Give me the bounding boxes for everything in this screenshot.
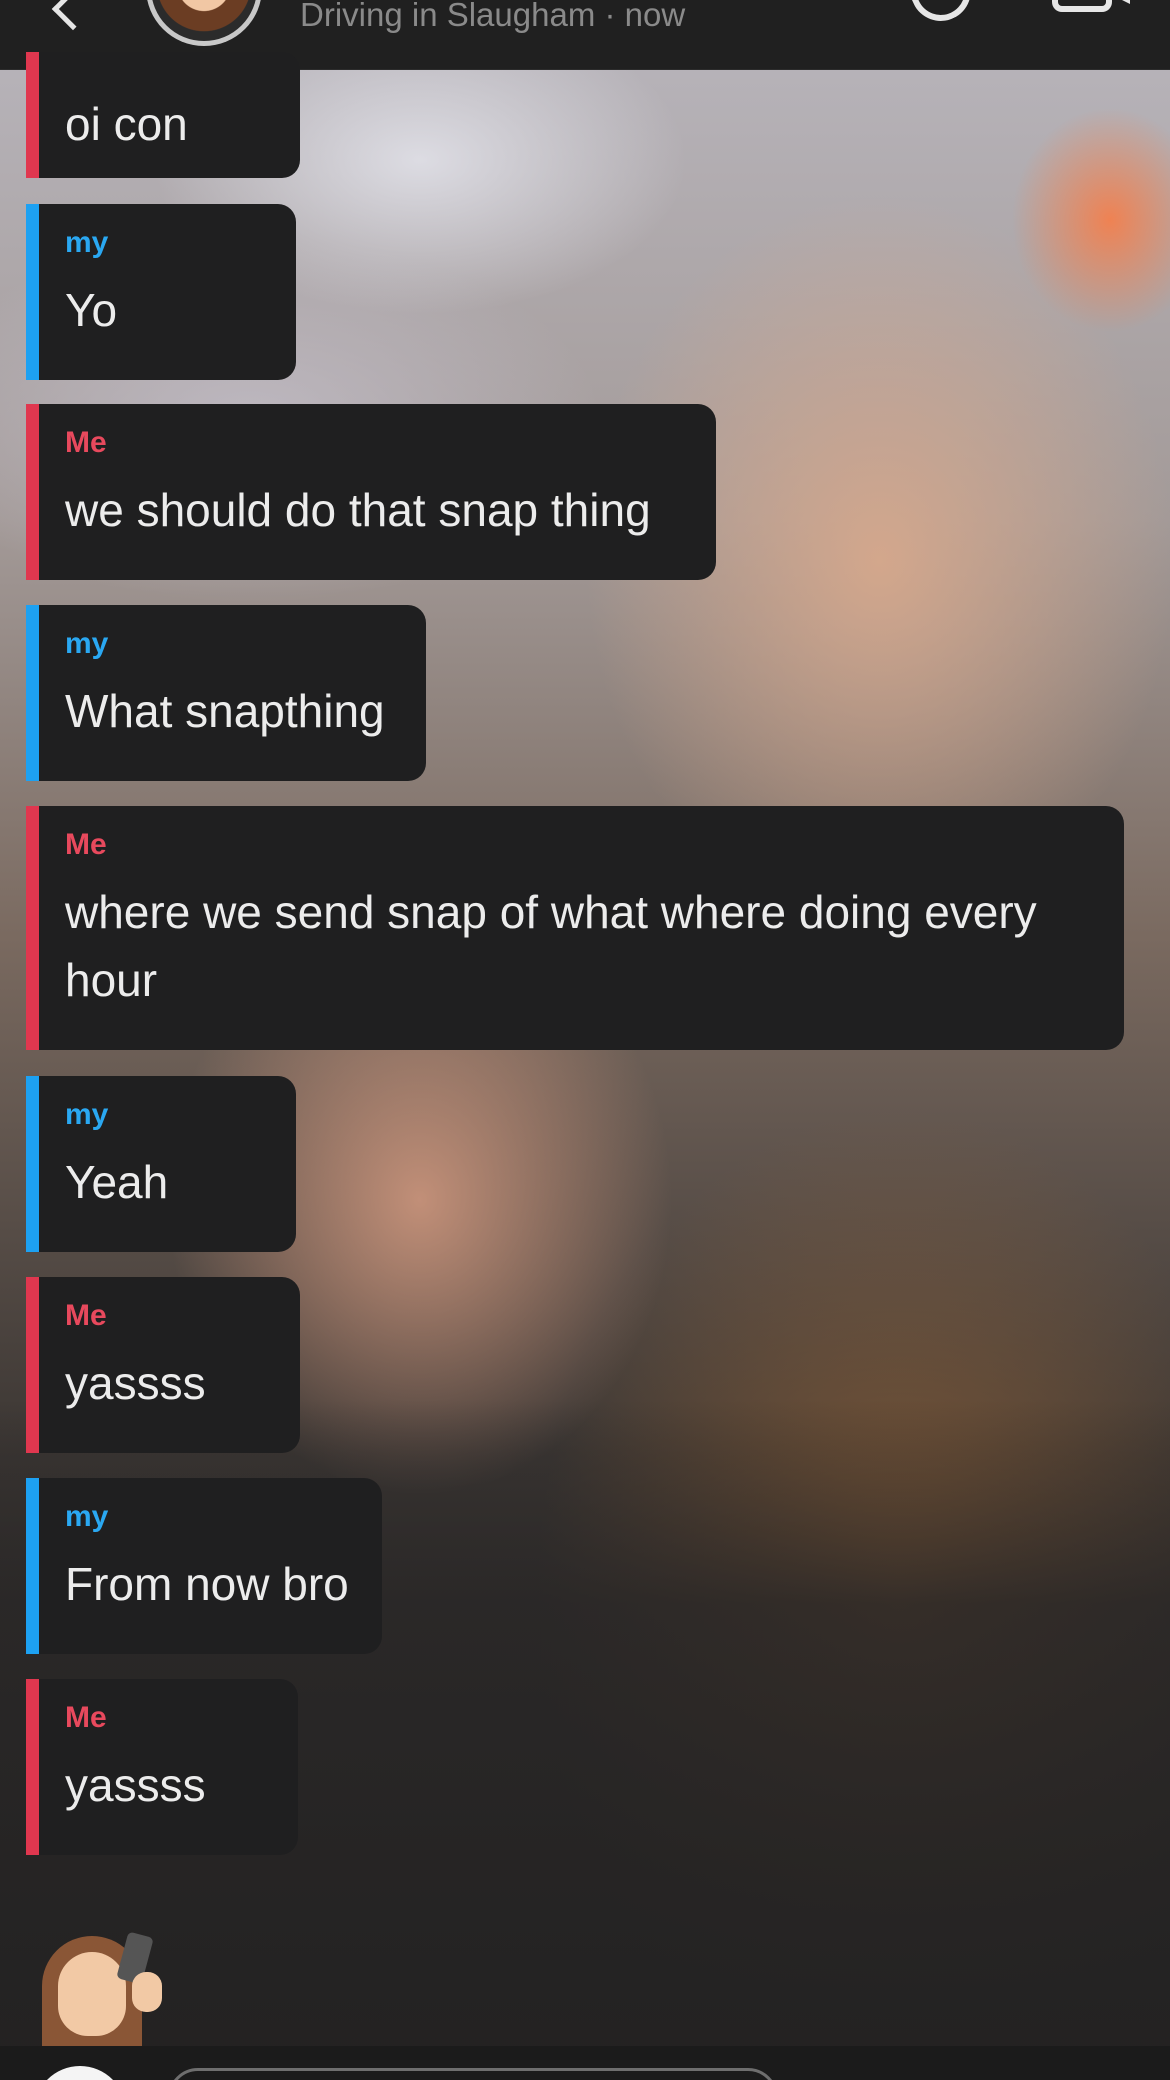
message-sender: Me <box>65 1299 107 1332</box>
message-text: where we send snap of what where doing e… <box>65 886 1037 1006</box>
chat-message[interactable]: my Yo <box>26 204 296 380</box>
chat-input[interactable] <box>168 2068 778 2080</box>
bitmoji-hand <box>132 1972 162 2012</box>
message-sender: Me <box>65 426 107 459</box>
message-text: What snapthing <box>65 685 385 737</box>
message-sender: my <box>65 1500 109 1533</box>
message-text: yassss <box>65 1357 206 1409</box>
message-text: Yo <box>65 284 118 336</box>
message-list: oi con my Yo Me we should do that snap t… <box>0 0 1170 2080</box>
message-sender: my <box>65 627 109 660</box>
bitmoji-face <box>58 1952 126 2036</box>
message-text: From now bro <box>65 1558 349 1610</box>
message-text: we should do that snap thing <box>65 484 651 536</box>
message-sender: my <box>65 1098 109 1131</box>
message-sender: Me <box>65 828 107 861</box>
message-sender: my <box>65 226 109 259</box>
chat-message[interactable]: Me we should do that snap thing <box>26 404 716 580</box>
chat-message[interactable]: oi con <box>26 52 300 178</box>
chat-message[interactable]: Me yassss <box>26 1277 300 1453</box>
message-sender: Me <box>65 1701 107 1734</box>
chat-message[interactable]: my What snapthing <box>26 605 426 781</box>
chat-message[interactable]: my Yeah <box>26 1076 296 1252</box>
message-text: oi con <box>65 98 188 150</box>
chat-message[interactable]: my From now bro <box>26 1478 382 1654</box>
chat-message[interactable]: Me yassss <box>26 1679 298 1855</box>
message-text: Yeah <box>65 1156 169 1208</box>
chat-message[interactable]: Me where we send snap of what where doin… <box>26 806 1124 1050</box>
message-text: yassss <box>65 1759 206 1811</box>
